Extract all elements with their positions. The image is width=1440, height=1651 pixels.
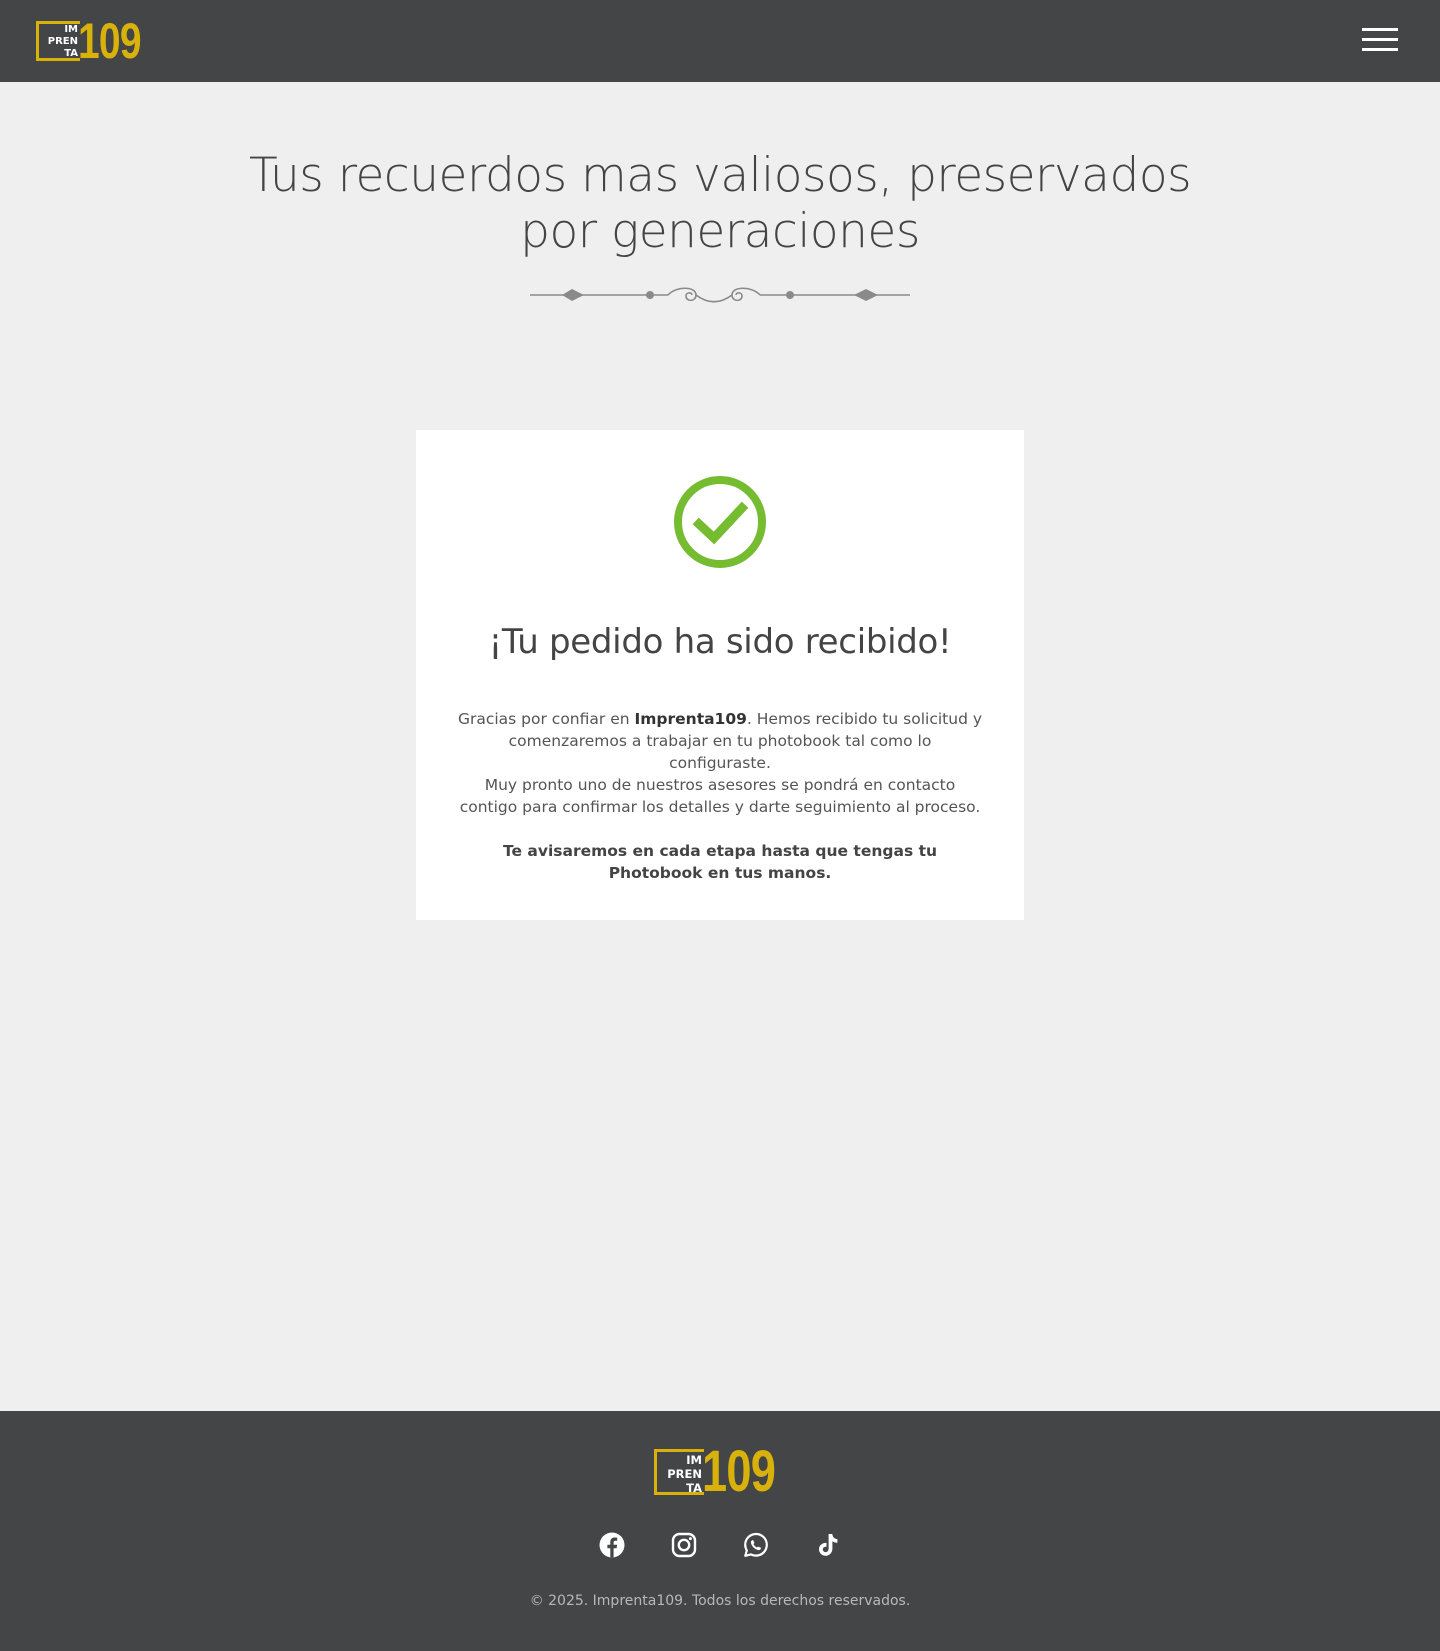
facebook-icon[interactable] [598, 1531, 626, 1559]
logo-box: IM PREN TA [654, 1449, 704, 1495]
tiktok-icon[interactable] [814, 1531, 842, 1559]
top-navbar: IM PREN TA 109 [0, 0, 1440, 82]
hero-title-line1: Tus recuerdos mas valiosos, preservados [248, 148, 1192, 203]
decorative-divider-icon [530, 287, 910, 303]
page-footer: IM PREN TA 109 © 2025. Imprenta109. Todo… [0, 1411, 1440, 1651]
logo-text-pren: PREN [47, 36, 78, 47]
confirmation-followup-text: Te avisaremos en cada etapa hasta que te… [502, 842, 938, 882]
copyright-text: © 2025. Imprenta109. Todos los derechos … [529, 1593, 911, 1609]
confirmation-heading: ¡Tu pedido ha sido recibido! [488, 622, 952, 662]
logo-text-pren: PREN [667, 1467, 702, 1481]
brand-name: Imprenta109 [634, 710, 747, 728]
hero-title-line2: por generaciones [520, 204, 920, 259]
footer-logo[interactable]: IM PREN TA 109 [654, 1439, 796, 1504]
hamburger-menu-icon[interactable] [1362, 28, 1398, 54]
confirmation-contact-text: Muy pronto uno de nuestros asesores se p… [459, 776, 981, 816]
confirmation-thanks-text: Gracias por confiar en Imprenta109. Hemo… [457, 710, 983, 772]
brand-logo[interactable]: IM PREN TA 109 [36, 13, 158, 69]
logo-text-im: IM [686, 1453, 702, 1467]
order-confirmation-card: ¡Tu pedido ha sido recibido! Gracias por… [416, 430, 1024, 920]
check-circle-icon [674, 476, 766, 568]
logo-number: 109 [78, 13, 142, 69]
hero-title: Tus recuerdos mas valiosos, preservados … [200, 148, 1240, 260]
logo-text-ta: TA [64, 48, 78, 59]
logo-box: IM PREN TA [36, 21, 80, 61]
logo-number: 109 [702, 1439, 776, 1504]
logo-text-ta: TA [686, 1481, 702, 1495]
whatsapp-icon[interactable] [742, 1531, 770, 1559]
logo-text-im: IM [64, 24, 78, 35]
instagram-icon[interactable] [670, 1531, 698, 1559]
